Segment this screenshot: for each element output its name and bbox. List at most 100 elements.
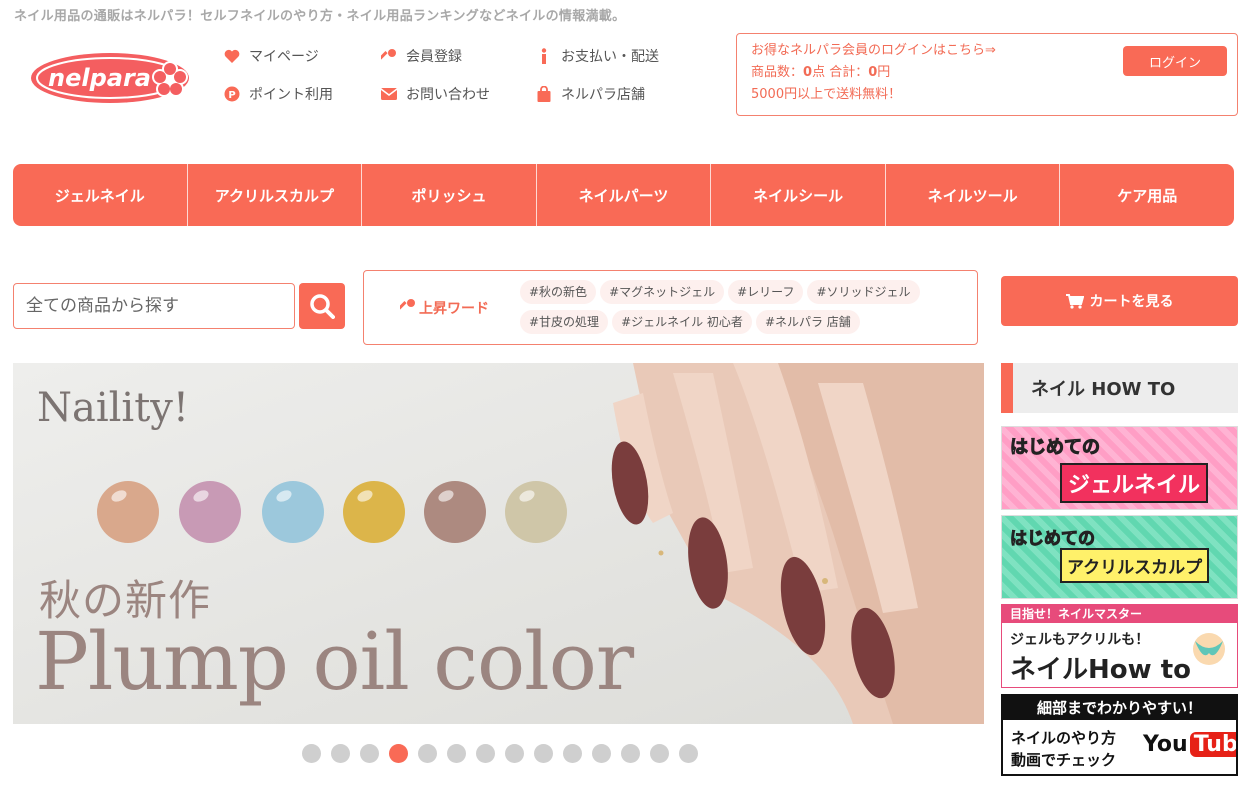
mail-icon <box>381 86 397 102</box>
nav-nail-parts[interactable]: ネイルパーツ <box>535 164 711 226</box>
trending-tags: #秋の新色 #マグネットジェル #レリーフ #ソリッドジェル #甘皮の処理 #ジ… <box>520 280 960 334</box>
trending-tag[interactable]: #レリーフ <box>728 280 804 304</box>
carousel-dot[interactable] <box>592 744 611 763</box>
howto-heading: ネイル HOW TO <box>1001 363 1238 413</box>
items-label: 商品数： <box>751 65 804 80</box>
key-icon <box>398 298 416 318</box>
howto-banner-youtube[interactable]: 細部までわかりやすい！ ネイルのやり方 動画でチェック YouTube <box>1001 694 1238 776</box>
category-nav: ジェルネイル アクリルスカルプ ポリッシュ ネイルパーツ ネイルシール ネイルツ… <box>13 164 1234 226</box>
trending-words-box: 上昇ワード #秋の新色 #マグネットジェル #レリーフ #ソリッドジェル #甘皮… <box>363 270 978 345</box>
key-icon <box>381 48 397 64</box>
total-label: 合計： <box>829 65 869 80</box>
color-swatch <box>424 481 486 543</box>
howto-banner-line1: はじめての <box>1010 529 1096 550</box>
mypage-link[interactable]: マイページ <box>224 46 319 66</box>
svg-text:P: P <box>228 90 235 101</box>
nav-care-products[interactable]: ケア用品 <box>1059 164 1234 226</box>
carousel-dot[interactable] <box>447 744 466 763</box>
carousel-dot[interactable] <box>418 744 437 763</box>
howto-banner-line1: はじめての <box>1010 437 1101 459</box>
items-unit: 点 <box>812 65 826 80</box>
nav-polish[interactable]: ポリッシュ <box>361 164 536 226</box>
carousel-dot[interactable] <box>476 744 495 763</box>
howto-banner-line2: ジェルもアクリルも！ <box>1010 632 1150 648</box>
shipping-note: 5000円以上で送料無料！ <box>751 87 902 102</box>
nav-nail-tools[interactable]: ネイルツール <box>884 164 1060 226</box>
trending-tag[interactable]: #ジェルネイル 初心者 <box>612 310 752 334</box>
trending-label-text: 上昇ワード <box>419 301 489 317</box>
carousel-dot[interactable] <box>331 744 350 763</box>
point-icon: P <box>224 86 240 102</box>
color-swatch <box>505 481 567 543</box>
shopping-bag-icon <box>536 86 552 102</box>
contact-link[interactable]: お問い合わせ <box>381 84 490 104</box>
carousel-dot[interactable] <box>360 744 379 763</box>
ribbon-icon <box>1193 633 1225 665</box>
trending-tag[interactable]: #ソリッドジェル <box>807 280 920 304</box>
nav-gel-nail[interactable]: ジェルネイル <box>13 164 187 226</box>
carousel-dot[interactable] <box>302 744 321 763</box>
color-swatch <box>262 481 324 543</box>
carousel-dots <box>302 744 698 763</box>
carousel-dot[interactable] <box>621 744 640 763</box>
login-button[interactable]: ログイン <box>1123 46 1227 76</box>
register-link[interactable]: 会員登録 <box>381 46 462 66</box>
howto-banner-line2: ネイルのやり方 <box>1011 729 1117 747</box>
carousel-dot[interactable] <box>505 744 524 763</box>
carousel-dot[interactable] <box>679 744 698 763</box>
youtube-logo: YouTube <box>1143 732 1236 757</box>
youtube-tube: Tube <box>1189 732 1236 757</box>
search-input[interactable] <box>13 283 295 329</box>
howto-banner-line2: アクリルスカルプ <box>1060 548 1210 583</box>
login-summary-box: お得なネルパラ会員のログインはこちら⇒ 商品数：0点 合計：0円 5000円以上… <box>736 33 1238 116</box>
howto-banner-line1: 目指せ！ネイルマスター <box>1002 605 1237 623</box>
trending-tag[interactable]: #マグネットジェル <box>600 280 725 304</box>
youtube-you: You <box>1143 732 1188 757</box>
hero-banner[interactable]: Naility! 秋の新作 Plump oil color <box>13 363 984 724</box>
banner-brand: Naility! <box>37 385 189 431</box>
banner-headline: Plump oil color <box>35 615 634 708</box>
search-icon <box>310 294 335 319</box>
nav-acrylic-sculpture[interactable]: アクリルスカルプ <box>186 164 362 226</box>
howto-banner-line3: ネイルHow to <box>1010 655 1191 685</box>
store-label: ネルパラ店舗 <box>561 87 645 103</box>
trending-label: 上昇ワード <box>398 298 489 318</box>
view-cart-label: カートを見る <box>1089 294 1174 310</box>
logo-wordmark: nelpara <box>48 64 151 92</box>
view-cart-button[interactable]: カートを見る <box>1001 276 1238 326</box>
carousel-dot[interactable] <box>650 744 669 763</box>
color-swatch <box>97 481 159 543</box>
points-label: ポイント利用 <box>249 87 333 103</box>
carousel-dot[interactable] <box>534 744 553 763</box>
color-swatch <box>343 481 405 543</box>
payment-shipping-link[interactable]: お支払い・配送 <box>536 46 659 66</box>
info-icon <box>536 48 552 64</box>
trending-tag[interactable]: #ネルパラ 店舗 <box>755 310 860 334</box>
howto-banner-acrylic[interactable]: はじめての アクリルスカルプ <box>1001 515 1238 599</box>
carousel-dot[interactable] <box>563 744 582 763</box>
site-tagline: ネイル用品の通販はネルパラ！セルフネイルのやり方・ネイル用品ランキングなどネイル… <box>14 9 626 24</box>
howto-banner-line2: ジェルネイル <box>1060 463 1209 503</box>
nav-nail-stickers[interactable]: ネイルシール <box>710 164 885 226</box>
contact-label: お問い合わせ <box>406 87 490 103</box>
total-value: 0 <box>868 65 878 80</box>
register-label: 会員登録 <box>406 49 462 65</box>
carousel-dot[interactable] <box>389 744 408 763</box>
howto-banner-nail-master[interactable]: 目指せ！ネイルマスター ジェルもアクリルも！ ネイルHow to <box>1001 604 1238 688</box>
total-unit: 円 <box>877 65 891 80</box>
items-count: 0 <box>803 65 813 80</box>
howto-banner-line3: 動画でチェック <box>1011 751 1117 769</box>
nelpara-logo[interactable]: nelpara <box>30 50 200 106</box>
youtube-badge: YouTube <box>1143 732 1236 757</box>
trending-tag[interactable]: #甘皮の処理 <box>520 310 609 334</box>
mypage-label: マイページ <box>249 49 319 65</box>
payment-shipping-label: お支払い・配送 <box>561 49 659 65</box>
points-link[interactable]: P ポイント利用 <box>224 84 333 104</box>
cart-icon <box>1065 293 1084 309</box>
howto-banner-gel-nail[interactable]: はじめての ジェルネイル <box>1001 426 1238 510</box>
howto-banner-line1: 細部までわかりやすい！ <box>1003 696 1236 720</box>
trending-tag[interactable]: #秋の新色 <box>520 280 597 304</box>
heart-icon <box>224 48 240 64</box>
search-button[interactable] <box>299 283 345 329</box>
store-link[interactable]: ネルパラ店舗 <box>536 84 645 104</box>
